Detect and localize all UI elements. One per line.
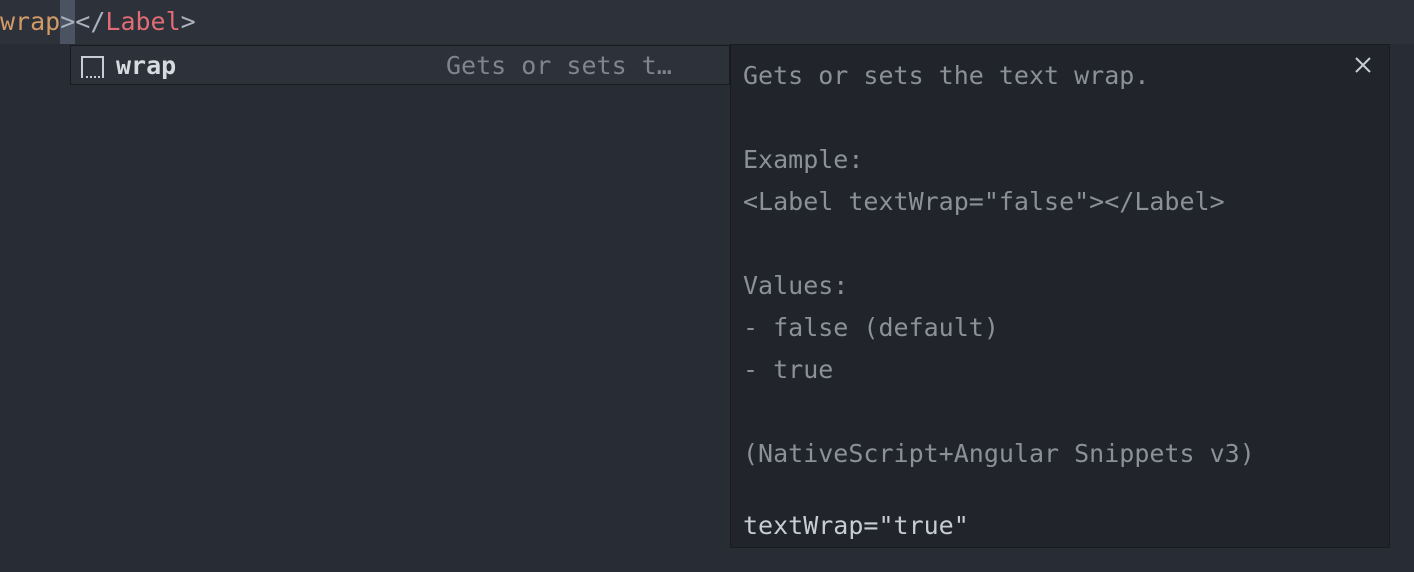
- details-line: ​: [743, 223, 1255, 265]
- snippet-icon: [81, 56, 104, 78]
- details-line: - false (default): [743, 313, 999, 342]
- details-insert-text: textWrap="true": [743, 511, 969, 540]
- editor-code-line[interactable]: wrap></Label>: [0, 0, 1414, 44]
- details-line: ​: [743, 391, 1255, 433]
- details-line: ​: [743, 97, 1255, 139]
- suggest-widget: wrap Gets or sets t…: [70, 45, 730, 85]
- details-line: - true: [743, 355, 834, 384]
- close-icon[interactable]: [1351, 53, 1375, 77]
- details-line: Values:: [743, 271, 849, 300]
- tag-name: Label: [105, 7, 181, 36]
- details-line: Gets or sets the text wrap.: [743, 61, 1150, 90]
- closing-tag-end: >: [180, 7, 196, 36]
- suggestion-details-panel: Gets or sets the text wrap. ​ Example: <Lab…: [730, 44, 1390, 548]
- suggestion-item[interactable]: wrap Gets or sets t…: [71, 46, 729, 84]
- details-line: (NativeScript+Angular Snippets v3): [743, 439, 1255, 468]
- text-cursor: >: [60, 0, 76, 44]
- suggestion-label: wrap: [116, 51, 177, 80]
- closing-tag-open: </: [75, 7, 106, 36]
- attribute-name: wrap: [0, 7, 61, 36]
- details-documentation: Gets or sets the text wrap. ​ Example: <Lab…: [743, 55, 1255, 475]
- details-line: <Label textWrap="false"></Label>: [743, 187, 1225, 216]
- suggestion-detail: Gets or sets t…: [446, 51, 672, 80]
- details-line: Example:: [743, 145, 864, 174]
